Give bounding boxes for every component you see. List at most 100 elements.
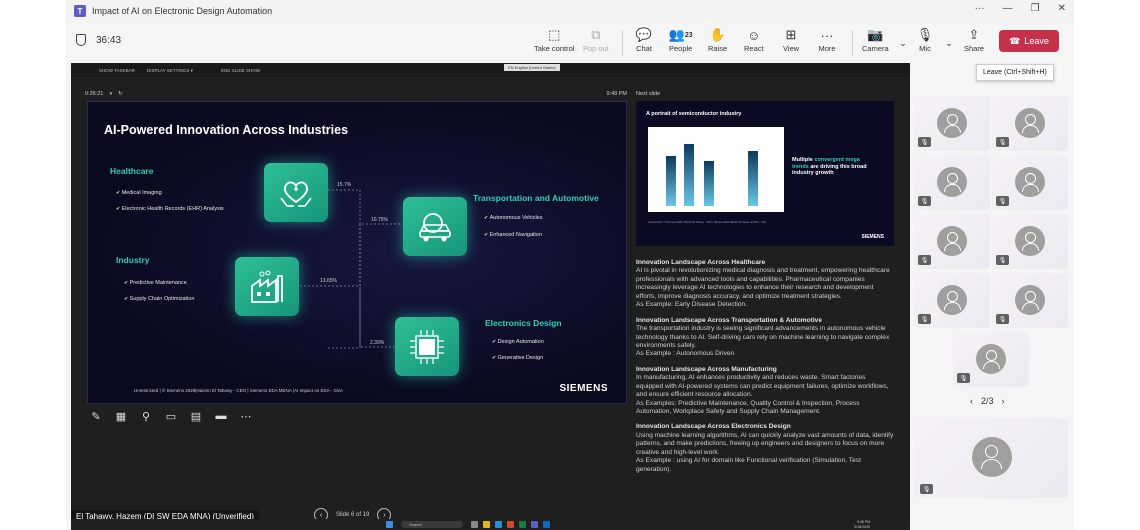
ellipsis-icon: ··· xyxy=(820,27,834,43)
car-gear-icon xyxy=(419,212,451,241)
see-all-slides-icon[interactable]: ▦ xyxy=(114,409,128,423)
camera-toggle-icon[interactable]: ▭ xyxy=(164,409,178,423)
industry-percentage: 13.65% xyxy=(320,278,337,284)
minimize-icon[interactable]: — xyxy=(1003,3,1013,14)
restart-icon[interactable]: ↻ xyxy=(118,91,123,98)
notes-example: As Example: Early Disease Detection. xyxy=(636,301,748,309)
close-icon[interactable]: ✕ xyxy=(1058,3,1066,14)
display-settings-button[interactable]: DISPLAY SETTINGS ▾ xyxy=(147,68,193,74)
participant-tile[interactable]: 🎙 xyxy=(914,155,990,210)
participant-tile[interactable]: 🎙 xyxy=(953,332,1029,387)
windows-start-icon[interactable] xyxy=(386,521,393,528)
notes-block: Innovation Landscape Across Healthcare A… xyxy=(636,259,894,310)
participant-tile[interactable]: 🎙 xyxy=(992,155,1068,210)
powerpoint-icon[interactable] xyxy=(507,521,514,528)
participant-tile[interactable]: 🎙 xyxy=(914,273,990,328)
file-explorer-icon[interactable] xyxy=(483,521,490,528)
healthcare-percentage: 15.7% xyxy=(337,182,352,188)
chat-button[interactable]: 💬 Chat xyxy=(635,26,653,53)
react-button[interactable]: ☺ React xyxy=(744,26,764,54)
take-control-icon: ⬚ xyxy=(548,27,561,42)
elapsed-time: 0:26:21 xyxy=(85,91,104,97)
chart-bar xyxy=(666,156,676,206)
mic-muted-icon: 🎙 xyxy=(918,314,931,324)
more-options-icon[interactable]: ··· xyxy=(975,3,985,14)
industry-bullet: Supply Chain Optimization xyxy=(124,296,195,302)
teams-icon[interactable] xyxy=(531,521,538,528)
avatar-icon xyxy=(937,167,967,197)
take-control-button[interactable]: ⬚ Take control xyxy=(534,26,574,53)
pop-out-label: Pop out xyxy=(583,44,609,53)
pause-icon[interactable]: ⏸ xyxy=(109,91,112,98)
task-view-icon[interactable] xyxy=(471,521,478,528)
avatar-icon xyxy=(976,344,1006,374)
end-slide-show-button[interactable]: END SLIDE SHOW xyxy=(221,68,260,73)
more-options-icon[interactable]: ⋯ xyxy=(239,409,253,423)
slide-footer: Unrestricted | © Siemens 2025|Hazem El T… xyxy=(134,388,343,393)
chevron-right-icon[interactable]: › xyxy=(1002,396,1005,406)
participant-tile[interactable]: 🎙 xyxy=(992,273,1068,328)
mic-label: Mic xyxy=(919,44,931,53)
pop-out-icon: ⧉ xyxy=(591,27,601,42)
restore-icon[interactable]: ❐ xyxy=(1031,3,1040,14)
window-title: Impact of AI on Electronic Design Automa… xyxy=(92,6,273,16)
edge-icon[interactable] xyxy=(495,521,502,528)
electronics-bullet: Design Automation xyxy=(492,339,544,345)
show-taskbar-button[interactable]: SHOW TASKBAR xyxy=(99,68,135,73)
more-button[interactable]: ··· More xyxy=(818,26,836,54)
meeting-toolbar: 36:43 ⬚ Take control ⧉ Pop out 💬 Chat 👥 2… xyxy=(66,22,1074,62)
mic-muted-icon: 🎙 xyxy=(918,196,931,206)
notes-example: As Examples: Predictive Maintenance, Qua… xyxy=(636,399,860,415)
excel-icon[interactable] xyxy=(519,521,526,528)
speaker-notes: Innovation Landscape Across Healthcare A… xyxy=(636,259,894,481)
participant-tile[interactable]: 🎙 xyxy=(992,96,1068,151)
taskbar-date: 5/18/2025 xyxy=(854,524,870,529)
chevron-left-icon[interactable]: ‹ xyxy=(970,396,973,406)
presenter-top-bar: SHOW TASKBAR DISPLAY SETTINGS ▾ END SLID… xyxy=(71,63,910,77)
shared-screen: SHOW TASKBAR DISPLAY SETTINGS ▾ END SLID… xyxy=(71,63,910,522)
industry-bullet: Predictive Maintenance xyxy=(124,280,187,286)
electronics-heading: Electronics Design xyxy=(485,318,562,328)
avatar-icon xyxy=(1015,108,1045,138)
next-slide-logo: SIEMENS xyxy=(861,234,884,240)
outlook-icon[interactable] xyxy=(543,521,550,528)
presenter-timer-row: 0:26:21 ⏸ ↻ 9:48 PM xyxy=(85,91,627,98)
participant-tile-large[interactable]: 🎙 xyxy=(914,418,1068,498)
grid-icon: ⊞ xyxy=(785,27,797,42)
notes-body: In manufacturing, AI enhances productivi… xyxy=(636,374,889,399)
leave-button[interactable]: ☎ Leave xyxy=(999,30,1059,52)
taskbar-search[interactable]: Search xyxy=(401,521,463,528)
healthcare-heading: Healthcare xyxy=(110,166,154,176)
notes-example: As Example : using AI for domain like Fu… xyxy=(636,457,861,473)
zoom-icon[interactable]: ⚲ xyxy=(139,409,153,423)
share-button[interactable]: ⇪ Share xyxy=(964,26,984,53)
chevron-right-icon: › xyxy=(383,511,386,519)
chart-bar xyxy=(684,144,694,206)
participant-tile[interactable]: 🎙 xyxy=(914,96,990,151)
mic-button[interactable]: 🎙 Mic xyxy=(916,26,934,53)
mic-options-chevron[interactable]: ⌄ xyxy=(940,34,958,52)
view-button[interactable]: ⊞ View xyxy=(782,26,800,53)
participant-tile[interactable]: 🎙 xyxy=(914,214,990,269)
raise-label: Raise xyxy=(708,44,728,53)
subtitles-icon[interactable]: ▤ xyxy=(189,409,203,423)
avatar-icon xyxy=(937,285,967,315)
avatar-icon xyxy=(972,437,1012,477)
participant-tile[interactable]: 🎙 xyxy=(992,214,1068,269)
pen-icon[interactable]: ✎ xyxy=(89,409,103,423)
notes-body: AI is pivotal in revolutionizing medical… xyxy=(636,267,890,300)
connector-lines xyxy=(300,189,403,349)
notes-body: Using machine learning algorithms, AI ca… xyxy=(636,431,894,456)
black-screen-icon[interactable]: ▬ xyxy=(214,409,228,423)
leave-tooltip: Leave (Ctrl+Shift+H) xyxy=(976,64,1054,81)
teams-logo-icon: T xyxy=(74,5,86,17)
people-icon: 👥 23 xyxy=(668,27,693,42)
pop-out-button[interactable]: ⧉ Pop out xyxy=(583,26,609,53)
camera-button[interactable]: 📷 Camera xyxy=(862,26,889,53)
heart-hands-icon xyxy=(280,181,312,207)
raise-hand-button[interactable]: ✋ Raise xyxy=(708,26,727,53)
people-button[interactable]: 👥 23 People xyxy=(668,26,693,53)
camera-options-chevron[interactable]: ⌄ xyxy=(894,34,912,52)
mic-muted-icon: 🎙 xyxy=(918,137,931,147)
hand-icon: ✋ xyxy=(709,27,726,42)
